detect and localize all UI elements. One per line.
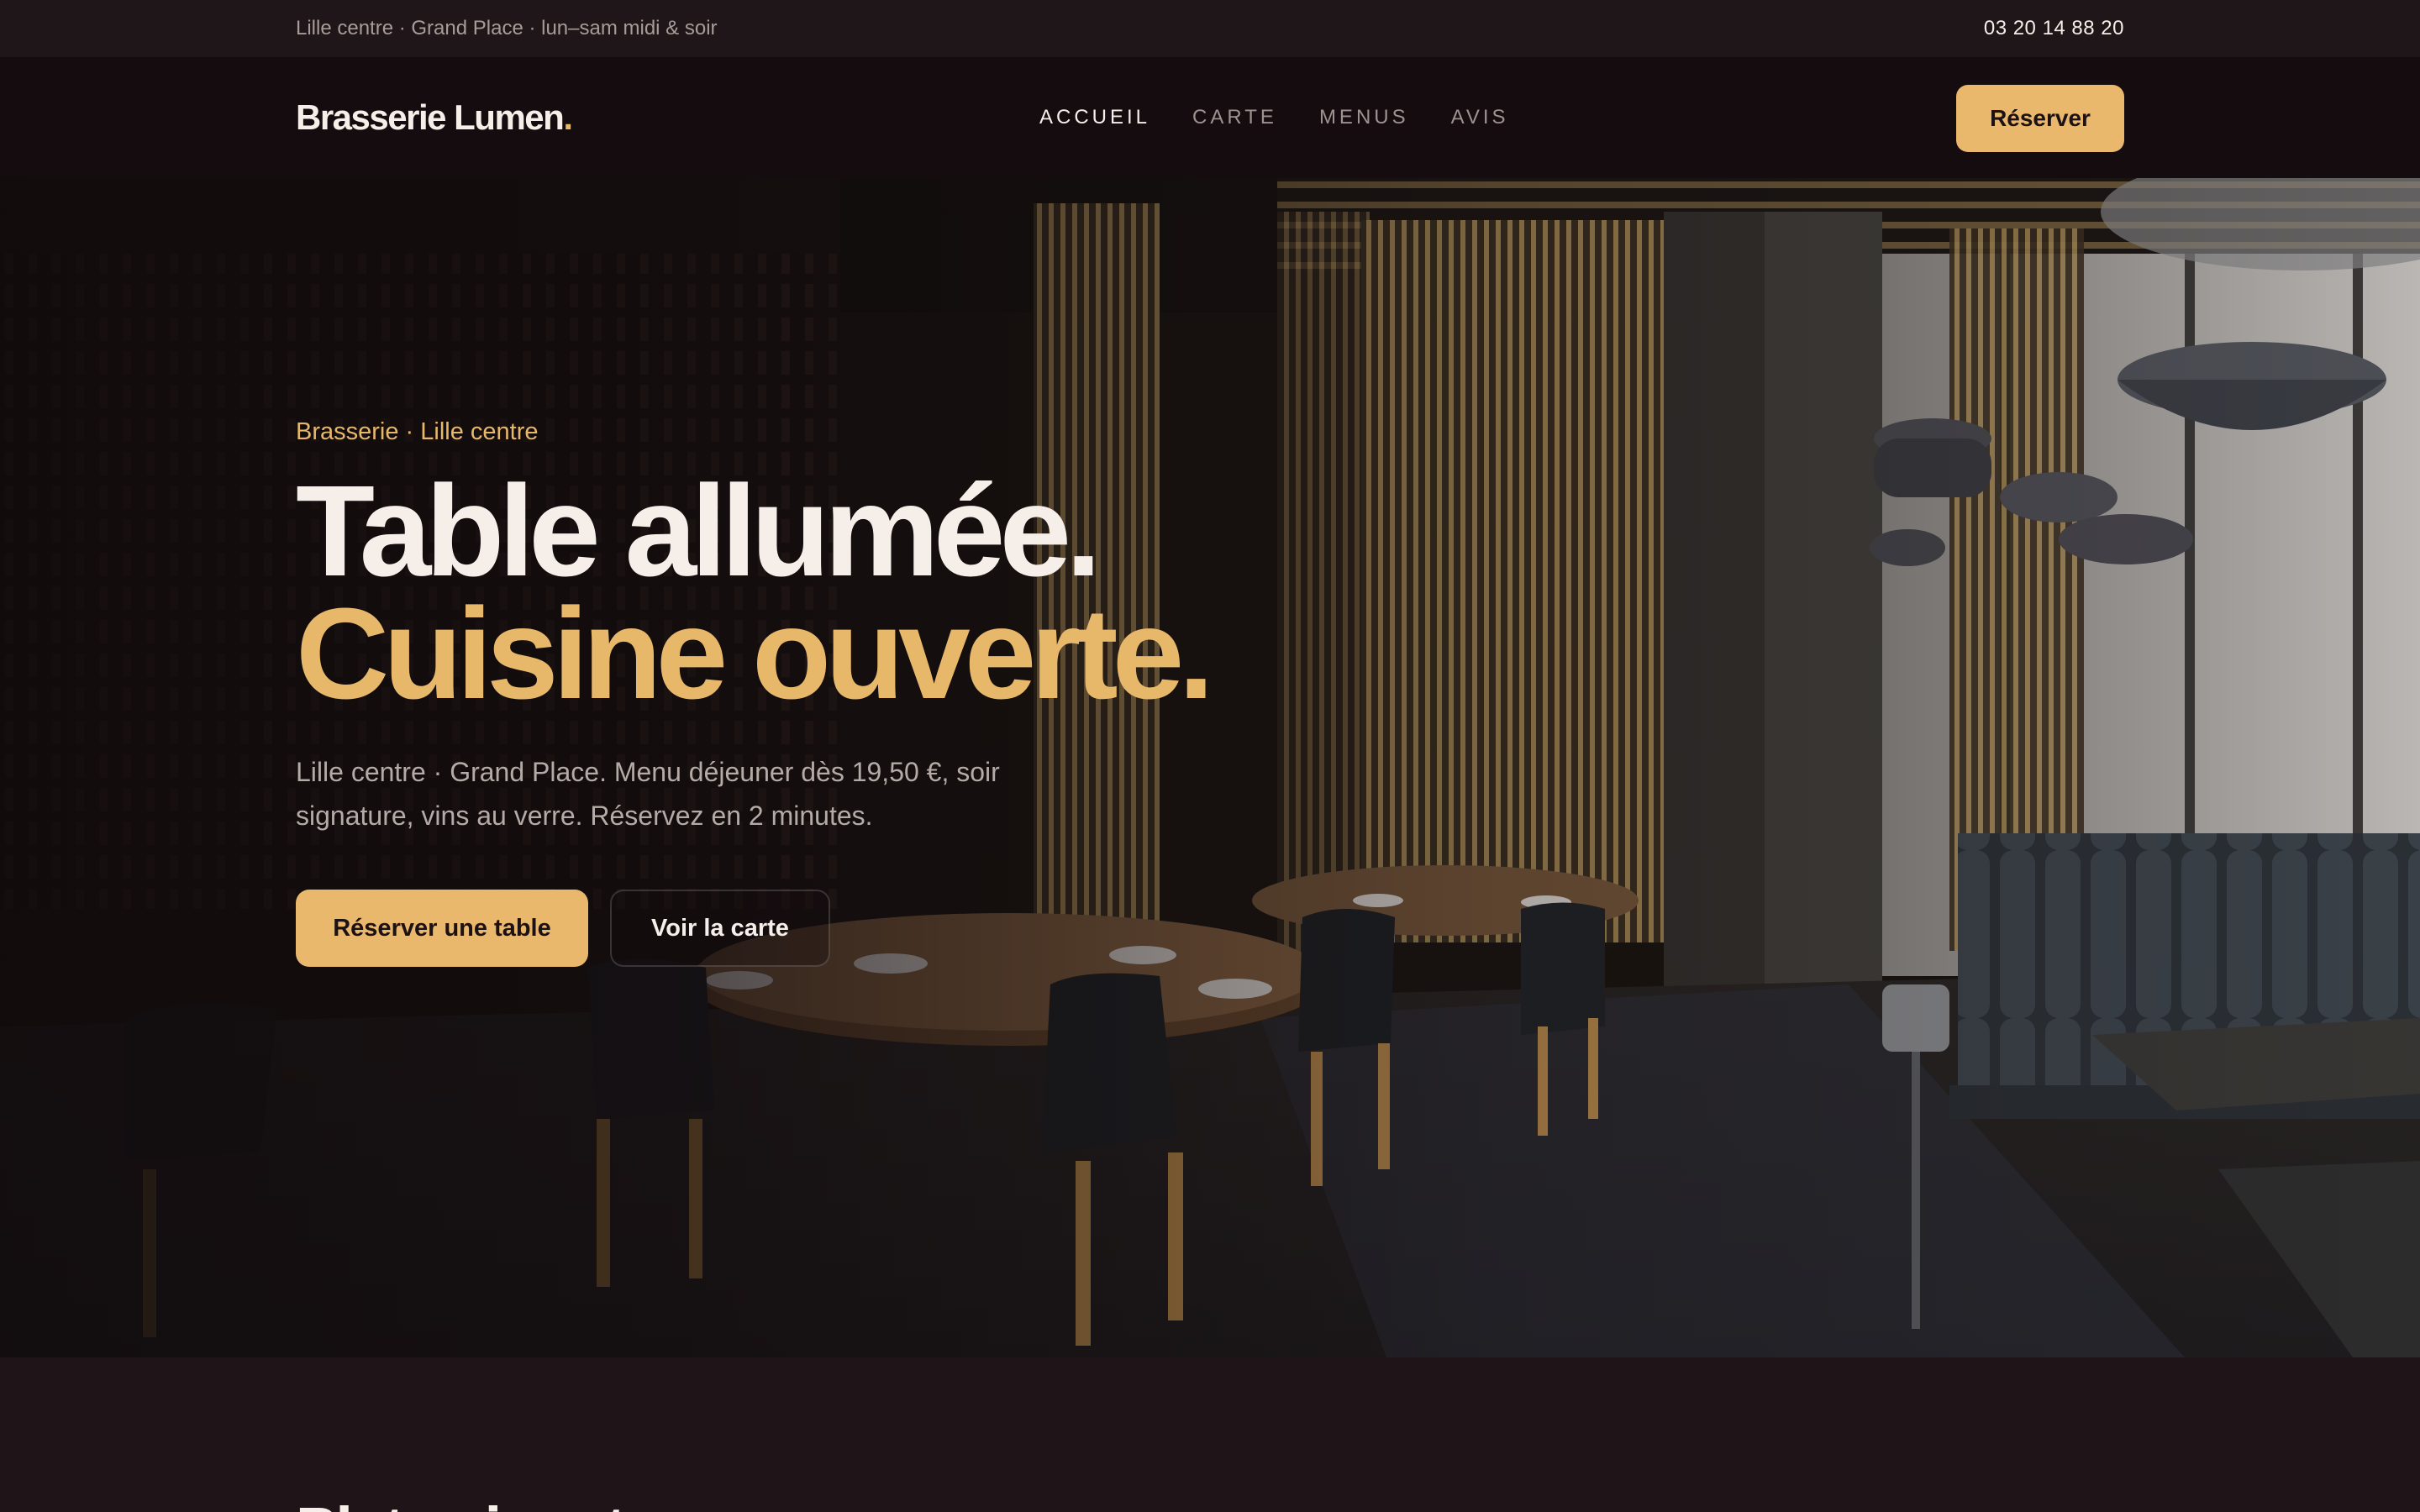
nav-links: ACCUEIL CARTE MENUS AVIS <box>1039 57 1551 178</box>
phone-number[interactable]: 03 20 14 88 20 <box>1984 17 2124 40</box>
reserve-table-button[interactable]: Réserver une table <box>296 890 588 967</box>
hero-content: Brasserie · Lille centre Table allumée. … <box>296 418 1304 967</box>
nav-link-avis[interactable]: AVIS <box>1451 106 1509 129</box>
brand-logo[interactable]: Brasserie Lumen. <box>296 97 573 138</box>
view-menu-button[interactable]: Voir la carte <box>610 890 830 967</box>
location-hours-text: Lille centre · Grand Place · lun–sam mid… <box>296 17 718 39</box>
brand-dot: . <box>563 97 573 137</box>
top-info-bar: Lille centre · Grand Place · lun–sam mid… <box>0 0 2420 57</box>
hero-description: Lille centre · Grand Place. Menu déjeune… <box>296 757 1000 831</box>
hero-actions: Réserver une table Voir la carte <box>296 890 1304 967</box>
hero-headline: Table allumée. Cuisine ouverte. <box>296 459 1304 726</box>
reserve-button[interactable]: Réserver <box>1956 85 2124 152</box>
main-navigation: Brasserie Lumen. ACCUEIL CARTE MENUS AVI… <box>0 57 2420 178</box>
nav-link-menus[interactable]: MENUS <box>1319 106 1409 129</box>
hero-section: Brasserie · Lille centre Table allumée. … <box>0 178 2420 1357</box>
nav-link-carte[interactable]: CARTE <box>1192 106 1277 129</box>
nav-link-accueil[interactable]: ACCUEIL <box>1039 106 1150 129</box>
section-title: Plats signature <box>296 1494 718 1512</box>
signature-dishes-section: Plats signature <box>0 1357 2420 1512</box>
hero-eyebrow: Brasserie · Lille centre <box>296 418 539 445</box>
headline-line-2: Cuisine ouverte. <box>296 581 1214 726</box>
brand-name: Brasserie Lumen <box>296 97 565 137</box>
headline-line-1: Table allumée. <box>296 459 1102 603</box>
